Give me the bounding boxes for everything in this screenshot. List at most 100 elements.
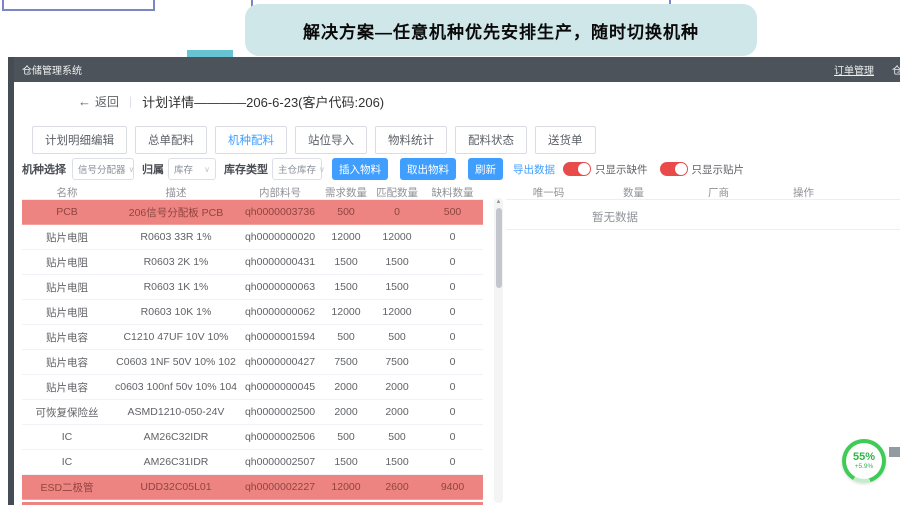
- table-row[interactable]: PCB206信号分配板 PCBqh00000037365000500: [22, 200, 483, 225]
- callout-accent-chip: [187, 50, 233, 57]
- tab-4[interactable]: 物料统计: [375, 126, 447, 154]
- stock-type-select-label: 库存类型: [224, 161, 268, 177]
- toggle-show-smd-only[interactable]: [660, 162, 688, 176]
- cell-shortage: 0: [422, 231, 483, 243]
- retrieve-material-button[interactable]: 取出物料: [400, 158, 456, 180]
- belong-select-value: 库存: [174, 162, 193, 176]
- table-row[interactable]: ICAM26C31IDRqh0000002507150015000: [22, 450, 483, 475]
- cell-shortage: 500: [422, 206, 483, 218]
- cell-matched: 500: [372, 331, 422, 343]
- top-navbar: 仓储管理系统 订单管理 仓: [14, 57, 900, 82]
- cell-desc: UDD32C05L01: [112, 481, 240, 493]
- cell-desc: C0603 1NF 50V 10% 102: [112, 356, 240, 368]
- cell-shortage: 9400: [422, 481, 483, 493]
- detail-column-header: 唯一码: [506, 185, 591, 200]
- nav-item-order-management[interactable]: 订单管理: [834, 62, 874, 77]
- detail-column-header: 数量: [591, 185, 676, 200]
- materials-column-header: 描述: [112, 185, 240, 200]
- cell-desc: AM26C31IDR: [112, 456, 240, 468]
- cell-shortage: 0: [422, 456, 483, 468]
- materials-body: PCB206信号分配板 PCBqh00000037365000500贴片电阻R0…: [22, 200, 483, 500]
- scrollbar-thumb[interactable]: [496, 208, 502, 288]
- cell-desc: c0603 100nf 50v 10% 104: [112, 381, 240, 393]
- tab-3[interactable]: 站位导入: [295, 126, 367, 154]
- tab-2[interactable]: 机种配料: [215, 126, 287, 154]
- cell-part_no: qh0000002500: [240, 406, 320, 418]
- scrollbar-up-arrow-icon[interactable]: ▲: [494, 198, 503, 207]
- cell-name: 贴片电容: [22, 355, 112, 370]
- cell-name: IC: [22, 456, 112, 468]
- cell-matched: 2600: [372, 481, 422, 493]
- cell-matched: 2000: [372, 406, 422, 418]
- tab-0[interactable]: 计划明细编辑: [32, 126, 127, 154]
- back-button[interactable]: ← 返回: [78, 93, 119, 110]
- cell-desc: R0603 1K 1%: [112, 281, 240, 293]
- cell-required: 500: [320, 331, 372, 343]
- filter-bar: 机种选择 信号分配器 ∨ 归属 库存 ∨ 库存类型 主仓库存 ∨ 插入物料 取出…: [22, 156, 744, 182]
- belong-select[interactable]: 库存 ∨: [168, 158, 216, 180]
- cell-required: 1500: [320, 256, 372, 268]
- detail-column-header: 操作: [761, 185, 846, 200]
- stock-type-select[interactable]: 主仓库存 ∨: [272, 158, 322, 180]
- table-row[interactable]: 贴片电阻R0603 10K 1%qh000000006212000120000: [22, 300, 483, 325]
- cell-required: 500: [320, 206, 372, 218]
- toggle-show-smd-label: 只显示贴片: [692, 162, 745, 177]
- export-data-link[interactable]: 导出数据: [513, 162, 555, 177]
- cell-matched: 1500: [372, 456, 422, 468]
- cell-name: 贴片电容: [22, 380, 112, 395]
- main-content: ← 返回 | 计划详情————206-6-23(客户代码:206) 计划明细编辑…: [14, 82, 900, 505]
- cell-name: 贴片电阻: [22, 230, 112, 245]
- progress-percent: 55%: [853, 452, 875, 463]
- cell-desc: R0603 33R 1%: [112, 231, 240, 243]
- insert-material-button[interactable]: 插入物料: [332, 158, 388, 180]
- toggle-show-shortage-only[interactable]: [563, 162, 591, 176]
- nav-links: 订单管理 仓: [834, 57, 900, 82]
- cell-required: 2000: [320, 381, 372, 393]
- cell-required: 1500: [320, 456, 372, 468]
- empty-data-text: 暂无数据: [592, 209, 638, 225]
- cell-shortage: 0: [422, 256, 483, 268]
- breadcrumb: ← 返回 | 计划详情————206-6-23(客户代码:206): [78, 91, 384, 111]
- table-row[interactable]: ICAM26C32IDRqh00000025065005000: [22, 425, 483, 450]
- cell-part_no: qh0000001594: [240, 331, 320, 343]
- nav-item-partial[interactable]: 仓: [892, 62, 900, 77]
- materials-column-header: 内部料号: [240, 185, 320, 200]
- detail-table: 唯一码数量厂商操作 暂无数据: [506, 185, 900, 230]
- cell-part_no: qh0000002506: [240, 431, 320, 443]
- stock-type-select-value: 主仓库存: [278, 162, 316, 176]
- cell-required: 1500: [320, 281, 372, 293]
- cell-part_no: qh0000000063: [240, 281, 320, 293]
- table-row[interactable]: 贴片电阻R0603 33R 1%qh000000002012000120000: [22, 225, 483, 250]
- table-row[interactable]: 可恢复保险丝ASMD1210-050-24Vqh0000002500200020…: [22, 400, 483, 425]
- cell-required: 500: [320, 431, 372, 443]
- table-row[interactable]: ESD二极管UDD32C05L01qh000000222712000260094…: [22, 475, 483, 500]
- detail-header-row: 唯一码数量厂商操作: [506, 185, 900, 200]
- refresh-button[interactable]: 刷新: [468, 158, 503, 180]
- cell-required: 12000: [320, 231, 372, 243]
- table-row[interactable]: 贴片电阻R0603 2K 1%qh0000000431150015000: [22, 250, 483, 275]
- cell-shortage: 0: [422, 381, 483, 393]
- back-label: 返回: [95, 93, 119, 110]
- cell-name: ESD二极管: [22, 480, 112, 495]
- cell-part_no: qh0000000062: [240, 306, 320, 318]
- progress-ring-inner: 55% +5.9%: [846, 443, 882, 479]
- table-row[interactable]: 贴片电阻R0603 1K 1%qh0000000063150015000: [22, 275, 483, 300]
- table-row[interactable]: 贴片电容C1210 47UF 10V 10%qh0000001594500500…: [22, 325, 483, 350]
- materials-column-header: 缺料数量: [422, 185, 483, 200]
- chevron-down-icon: ∨: [204, 165, 210, 174]
- cell-desc: ASMD1210-050-24V: [112, 406, 240, 418]
- tab-6[interactable]: 送货单: [535, 126, 596, 154]
- tab-1[interactable]: 总单配料: [135, 126, 207, 154]
- cell-shortage: 0: [422, 431, 483, 443]
- cell-desc: C1210 47UF 10V 10%: [112, 331, 240, 343]
- detail-empty-row: 暂无数据: [506, 200, 900, 230]
- cell-required: 12000: [320, 481, 372, 493]
- tab-5[interactable]: 配料状态: [455, 126, 527, 154]
- table-row[interactable]: 贴片电容c0603 100nf 50v 10% 104qh00000000452…: [22, 375, 483, 400]
- table-row[interactable]: 贴片电容C0603 1NF 50V 10% 102qh0000000427750…: [22, 350, 483, 375]
- belong-select-label: 归属: [142, 161, 164, 177]
- machine-select[interactable]: 信号分配器 ∨: [72, 158, 134, 180]
- chevron-down-icon: ∨: [319, 165, 325, 174]
- cell-required: 2000: [320, 406, 372, 418]
- materials-table: 名称描述内部料号需求数量匹配数量缺料数量 PCB206信号分配板 PCBqh00…: [22, 185, 483, 505]
